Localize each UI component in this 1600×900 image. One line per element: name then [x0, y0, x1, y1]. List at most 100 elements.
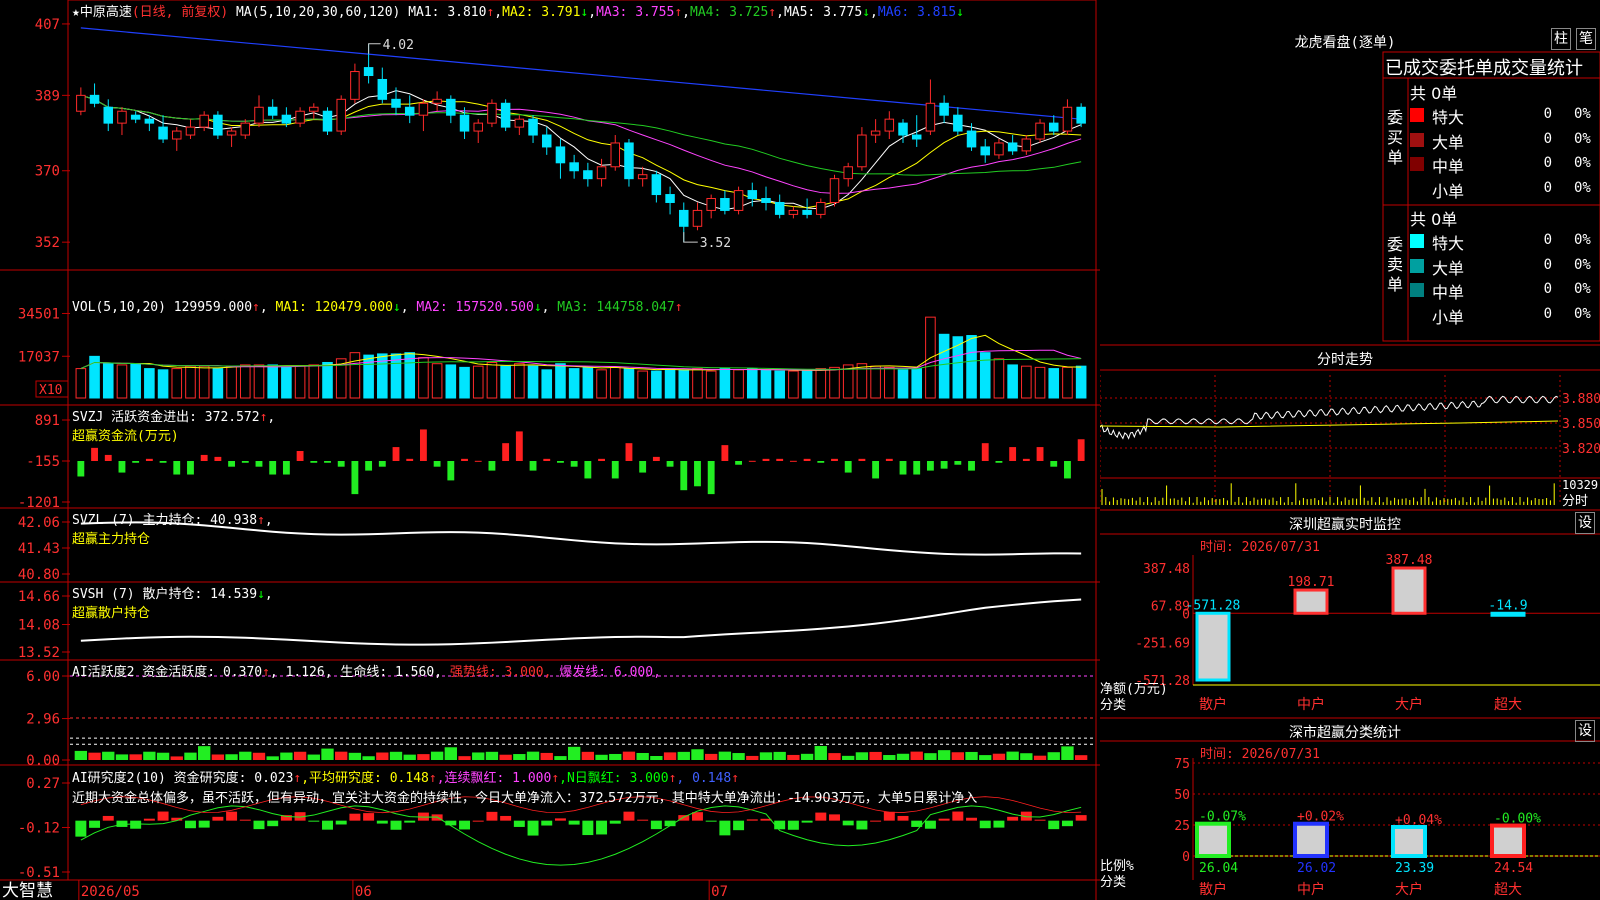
ma-arrow-3: ↑	[674, 5, 683, 20]
flow-bar	[721, 445, 729, 461]
candle-body	[1062, 106, 1073, 132]
volume-bar	[842, 364, 854, 399]
candle-body	[117, 110, 127, 124]
kline-y-tick: 389	[35, 88, 60, 104]
x-axis-label: 06	[355, 884, 372, 900]
classify-y-tick: 0	[1182, 850, 1190, 865]
candle-body	[1035, 122, 1045, 140]
volume-bar	[801, 370, 813, 399]
svzj-header: SVZJ 活跃资金进出: 372.572↑, 超赢资金流(万元)	[72, 410, 276, 444]
research-bar	[226, 811, 238, 821]
ai1-v4: 强势线: 3.000,	[449, 665, 552, 680]
monitor-bar	[1490, 611, 1526, 617]
intraday-vol-label: 分时	[1562, 494, 1588, 509]
candle-body	[692, 209, 703, 227]
candle-body	[816, 201, 826, 215]
candle-body	[432, 98, 442, 104]
flow-bar	[598, 458, 605, 461]
volume-panel: 34501 17037 X10	[18, 306, 1087, 399]
volume-bar	[979, 352, 991, 399]
svzl-y-tick: 42.06	[18, 515, 60, 531]
classify-settings-button[interactable]: 设	[1575, 720, 1595, 742]
activity-bar	[362, 756, 375, 760]
kline-y-tick: 352	[35, 235, 60, 251]
ai2-v4: ,N日飘红: 3.000	[559, 771, 669, 786]
flow-bar	[557, 461, 564, 463]
research-bar	[390, 820, 402, 830]
activity-bar	[526, 751, 540, 760]
activity-bar	[800, 753, 814, 760]
volume-bar	[1007, 364, 1018, 399]
ma-values: MA1: 3.810↑,MA2: 3.791↓,MA3: 3.755↑,MA4:…	[408, 5, 964, 20]
candle-body	[500, 102, 511, 128]
research-bar	[75, 820, 87, 837]
classify-y-tick: 75	[1174, 757, 1190, 772]
candle-body	[446, 98, 456, 116]
activity-bar	[307, 754, 320, 760]
main-chart-area[interactable]: 407 389 370 352 4.02 3.52 34501 17037 X10 891 -1…	[0, 0, 1100, 900]
candle-body	[541, 134, 552, 148]
order-percent: 0%	[1574, 256, 1591, 273]
candle-body	[829, 178, 840, 203]
tick-mode-button[interactable]: 笔	[1576, 28, 1596, 50]
activity-bar	[239, 751, 252, 760]
buy-total: 共 0单	[1410, 84, 1458, 103]
svsh-y-tick: 14.08	[18, 617, 60, 633]
stock-name[interactable]: 中原高速	[80, 5, 132, 20]
flow-bar	[1077, 439, 1085, 461]
ai2-arrow2: ↑	[428, 771, 437, 786]
research-bar	[253, 820, 265, 830]
order-count: 0	[1543, 155, 1552, 171]
volume-bar	[788, 370, 799, 399]
brand-label: 大智慧	[2, 881, 53, 900]
activity-bar	[855, 752, 869, 760]
research-bar	[924, 820, 936, 829]
order-count: 0	[1543, 130, 1552, 147]
order-size-label: 小单	[1432, 307, 1465, 327]
research-bar	[897, 815, 909, 821]
volume-bar	[75, 368, 87, 399]
monitor-settings-button[interactable]: 设	[1575, 512, 1595, 534]
classify-category-label: 散户	[1199, 881, 1227, 898]
candle-body	[1021, 138, 1032, 152]
bar-mode-button[interactable]: 柱	[1551, 28, 1571, 50]
candle-body	[459, 114, 470, 132]
flow-bar	[461, 458, 468, 461]
activity-bar	[567, 746, 581, 760]
vol-y-tick: 17037	[18, 349, 60, 365]
candle-body	[76, 94, 86, 112]
flow-bar	[789, 460, 797, 462]
candle-body	[774, 201, 785, 215]
research-bar	[1034, 819, 1046, 821]
right-panels-svg: 3.8803.8503.82010329分时 387.4867.890-251.…	[1100, 51, 1600, 898]
ma-sep: ,	[588, 5, 597, 20]
ai1-v2: , 1.126,	[269, 665, 333, 680]
flow-bar	[762, 458, 770, 461]
activity-bar	[115, 754, 129, 760]
flow-bar	[748, 460, 756, 462]
volume-bar	[815, 368, 827, 399]
order-percent: 0%	[1574, 155, 1591, 171]
candle-body	[706, 198, 716, 211]
research-bar	[952, 811, 964, 821]
research-bar	[637, 819, 649, 821]
volume-bar	[1048, 368, 1060, 399]
ma-value-6: MA6: 3.815	[877, 5, 957, 20]
buy-orders-label: 委买单	[1387, 108, 1404, 167]
flow-bar	[1036, 447, 1044, 461]
candle-body	[624, 142, 634, 180]
volume-bar	[719, 368, 731, 399]
activity-bar	[1020, 753, 1033, 760]
classify-value-label: 26.04	[1199, 861, 1238, 876]
candle-body	[939, 102, 949, 116]
volume-bar	[514, 363, 525, 399]
volume-bar	[651, 370, 662, 399]
order-swatch	[1410, 181, 1424, 196]
flow-bar	[981, 443, 989, 461]
ma-value-3: MA3: 3.755	[596, 5, 675, 20]
volume-bar	[239, 364, 251, 399]
ai2-v2: ,平均研究度: 0.148	[301, 771, 429, 786]
research-bar	[349, 813, 361, 821]
order-swatch	[1410, 307, 1424, 322]
order-swatch	[1410, 108, 1424, 122]
